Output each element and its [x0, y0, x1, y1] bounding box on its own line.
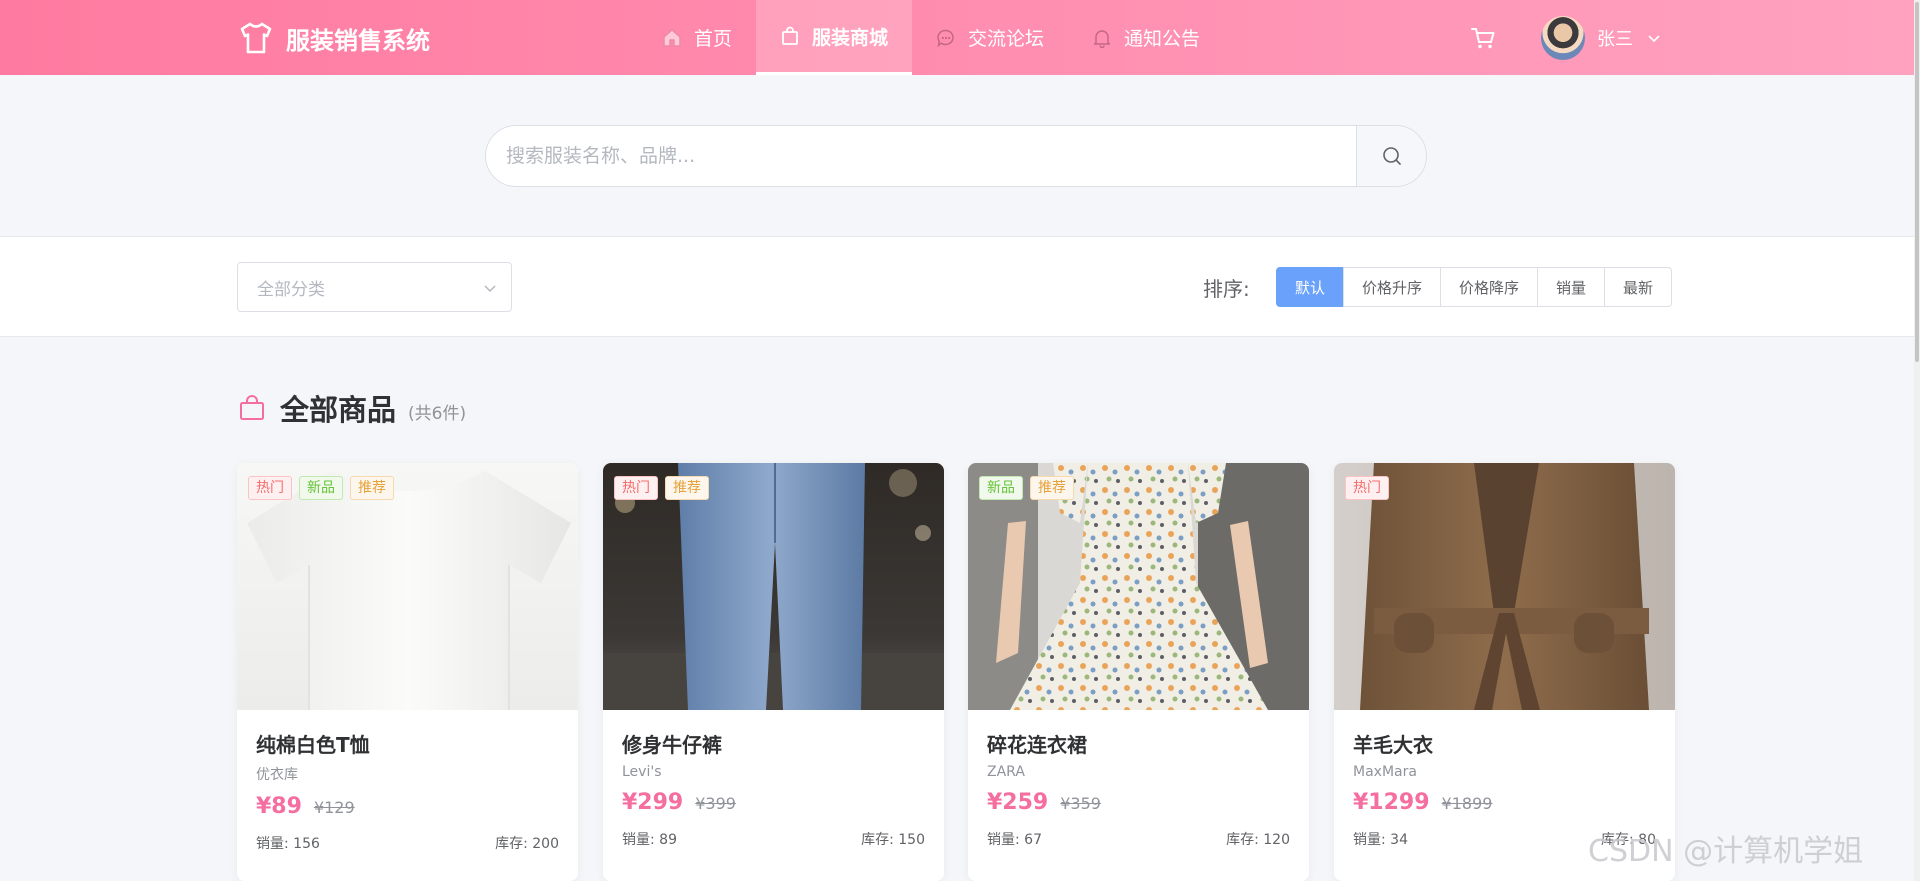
product-meta: 销量: 89 库存: 150: [622, 829, 925, 849]
product-original-price: ¥399: [695, 794, 736, 813]
tag-new: 新品: [979, 476, 1023, 500]
chevron-down-icon: [1648, 35, 1660, 43]
product-original-price: ¥359: [1060, 794, 1101, 813]
tshirt-icon: [240, 22, 272, 54]
product-name[interactable]: 碎花连衣裙: [987, 729, 1290, 758]
product-tags: 热门 推荐: [614, 476, 716, 500]
product-card[interactable]: 热门 推荐 修身牛仔裤 Levi's ¥299 ¥399 销量: 89 库存: …: [603, 463, 944, 881]
filter-bar: 全部分类 排序: 默认 价格升序 价格降序 销量 最新: [0, 236, 1914, 337]
sort-sales-button[interactable]: 销量: [1537, 267, 1605, 307]
nav-label: 交流论坛: [968, 28, 1045, 50]
product-brand: Levi's: [622, 764, 662, 780]
price-row: ¥299 ¥399: [622, 790, 925, 815]
sort-price-asc-button[interactable]: 价格升序: [1343, 267, 1441, 307]
product-price: ¥89: [256, 794, 302, 819]
home-icon: [663, 28, 681, 47]
tag-hot: 热门: [248, 476, 292, 500]
watermark: CSDN @计算机学姐: [1588, 834, 1864, 869]
nav-label: 首页: [694, 28, 733, 50]
search-icon: [1382, 147, 1401, 165]
tag-recommend: 推荐: [665, 476, 709, 500]
logo-text: 服装销售系统: [286, 26, 430, 55]
bell-icon: [1093, 29, 1111, 48]
tag-recommend: 推荐: [1030, 476, 1074, 500]
product-info: 修身牛仔裤 Levi's ¥299 ¥399 销量: 89 库存: 150: [622, 729, 925, 849]
user-menu[interactable]: 张三: [1541, 16, 1661, 60]
top-header: 服装销售系统 首页 服装商城 交流论坛 通知公告 张三: [0, 0, 1914, 75]
section-count: (共6件): [408, 403, 467, 424]
product-name[interactable]: 修身牛仔裤: [622, 729, 925, 758]
category-select-placeholder: 全部分类: [257, 279, 325, 300]
product-sales: 销量: 89: [622, 832, 677, 848]
tag-recommend: 推荐: [350, 476, 394, 500]
product-brand: ZARA: [987, 764, 1025, 780]
nav-label: 服装商城: [812, 26, 889, 49]
tag-new: 新品: [299, 476, 343, 500]
nav-label: 通知公告: [1124, 28, 1201, 50]
product-sales: 销量: 67: [987, 832, 1042, 848]
product-price: ¥1299: [1353, 790, 1430, 815]
avatar[interactable]: [1541, 16, 1585, 60]
tag-hot: 热门: [1345, 476, 1389, 500]
nav-item-home[interactable]: 首页: [638, 0, 756, 75]
product-info: 碎花连衣裙 ZARA ¥259 ¥359 销量: 67 库存: 120: [987, 729, 1290, 849]
user-name: 张三: [1597, 29, 1633, 50]
product-tags: 热门 新品 推荐: [248, 476, 401, 500]
product-card[interactable]: 新品 推荐 碎花连衣裙 ZARA ¥259 ¥359 销量: 67 库存: 12…: [968, 463, 1309, 881]
chevron-down-icon: [484, 285, 496, 293]
scrollbar-thumb[interactable]: [1915, 2, 1919, 362]
sort-price-desc-button[interactable]: 价格降序: [1440, 267, 1538, 307]
nav-item-forum[interactable]: 交流论坛: [912, 0, 1068, 75]
product-meta: 销量: 156 库存: 200: [256, 833, 559, 853]
sort-default-button[interactable]: 默认: [1276, 267, 1344, 307]
bag-icon: [782, 26, 798, 45]
sort-label: 排序:: [1203, 277, 1250, 301]
section-title: 全部商品: [280, 393, 397, 427]
product-sales: 销量: 34: [1353, 832, 1408, 848]
search-button[interactable]: [1356, 125, 1427, 187]
product-price: ¥259: [987, 790, 1049, 815]
product-original-price: ¥1899: [1441, 794, 1493, 813]
cart-icon[interactable]: [1470, 25, 1496, 51]
tag-hot: 热门: [614, 476, 658, 500]
product-image[interactable]: [968, 463, 1309, 710]
product-meta: 销量: 67 库存: 120: [987, 829, 1290, 849]
category-select[interactable]: 全部分类: [237, 262, 512, 312]
product-image[interactable]: [237, 463, 578, 710]
price-row: ¥259 ¥359: [987, 790, 1290, 815]
sort-newest-button[interactable]: 最新: [1604, 267, 1672, 307]
page-scrollbar[interactable]: [1914, 0, 1920, 881]
product-stock: 库存: 200: [495, 836, 559, 852]
product-tags: 新品 推荐: [979, 476, 1081, 500]
section-header: 全部商品 (共6件): [238, 388, 466, 428]
product-stock: 库存: 120: [1226, 832, 1290, 848]
product-info: 纯棉白色T恤 优衣库 ¥89 ¥129 销量: 156 库存: 200: [256, 729, 559, 853]
product-image[interactable]: [1334, 463, 1675, 710]
product-original-price: ¥129: [313, 798, 355, 817]
chat-icon: [937, 29, 954, 47]
main-nav: 首页 服装商城 交流论坛 通知公告: [638, 0, 1224, 75]
shopping-bag-icon: [240, 395, 264, 420]
price-row: ¥89 ¥129: [256, 794, 559, 819]
product-card[interactable]: 热门 新品 推荐 纯棉白色T恤 优衣库 ¥89 ¥129 销量: 156 库存:…: [237, 463, 578, 881]
product-tags: 热门: [1345, 476, 1396, 500]
product-card[interactable]: 热门 羊毛大衣 MaxMara ¥1299 ¥1899 销量: 34 库存: 8…: [1334, 463, 1675, 881]
product-sales: 销量: 156: [256, 836, 320, 852]
search-bar: [485, 125, 1427, 187]
product-brand: MaxMara: [1353, 764, 1417, 780]
nav-item-shop[interactable]: 服装商城: [756, 0, 913, 75]
product-name[interactable]: 纯棉白色T恤: [256, 729, 559, 758]
product-name[interactable]: 羊毛大衣: [1353, 729, 1656, 758]
price-row: ¥1299 ¥1899: [1353, 790, 1656, 815]
product-price: ¥299: [622, 790, 684, 815]
nav-item-notice[interactable]: 通知公告: [1068, 0, 1224, 75]
search-input[interactable]: [485, 125, 1356, 187]
sort-button-group: 默认 价格升序 价格降序 销量 最新: [1276, 267, 1672, 307]
product-stock: 库存: 150: [861, 832, 925, 848]
logo[interactable]: 服装销售系统: [238, 18, 430, 58]
product-brand: 优衣库: [256, 767, 298, 783]
product-image[interactable]: [603, 463, 944, 710]
